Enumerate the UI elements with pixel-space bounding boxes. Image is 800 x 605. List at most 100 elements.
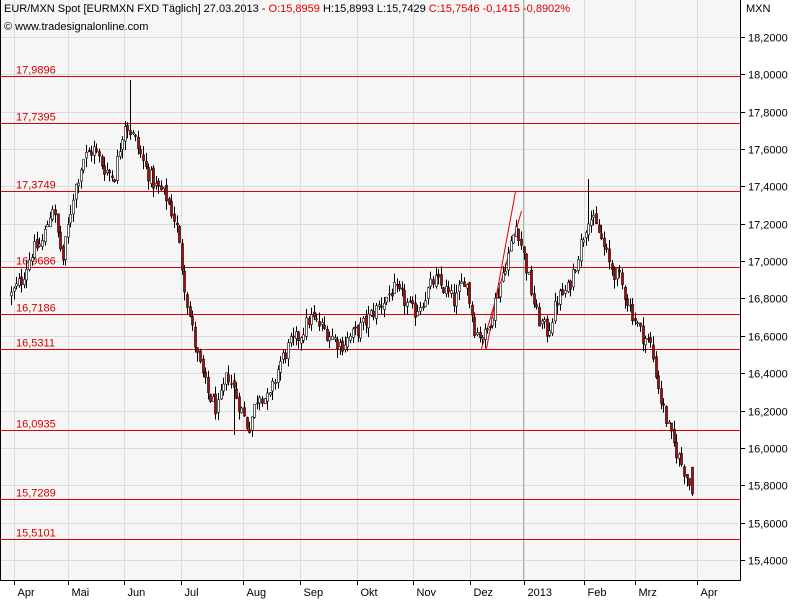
candle-body: [113, 179, 116, 183]
y-tick-label: 17,4000: [748, 182, 788, 194]
candle-body: [354, 326, 357, 329]
level-label: 17,7395: [16, 112, 56, 124]
candle-body: [644, 338, 647, 346]
chart-header: EUR/MXN Spot [EURMXN FXD Täglich] 27.03.…: [4, 3, 570, 15]
candle-body: [450, 290, 453, 294]
candle-body: [336, 339, 339, 350]
candle-body: [574, 270, 577, 273]
candle-body: [504, 270, 507, 275]
candle-body: [331, 336, 334, 340]
x-tick-label: Dez: [474, 587, 494, 599]
candle-body: [468, 282, 471, 304]
candle-body: [375, 305, 378, 319]
candle-body: [548, 330, 551, 336]
candle-body: [124, 126, 127, 142]
candle-body: [137, 136, 140, 149]
candle-body: [520, 239, 523, 246]
candle-body: [202, 358, 205, 374]
candle: [665, 405, 668, 428]
candle-body: [323, 324, 326, 329]
y-tick-label: 18,2000: [748, 33, 788, 45]
y-tick-label: 17,6000: [748, 145, 788, 157]
candle-body: [367, 313, 370, 329]
candle-body: [662, 403, 665, 406]
candle-body: [543, 319, 546, 322]
candle-body: [225, 372, 228, 385]
candle-body: [186, 294, 189, 308]
candle-body: [238, 396, 241, 412]
level-label: 16,5311: [16, 338, 55, 350]
candle-body: [33, 241, 36, 258]
candle-body: [530, 269, 533, 295]
candle-body: [502, 272, 505, 282]
candle-body: [660, 388, 663, 404]
candle-body: [287, 342, 290, 360]
x-tick-label: Mrz: [639, 587, 657, 599]
candle-body: [183, 270, 186, 293]
candle-body: [191, 316, 194, 326]
header-high: H:15,8993: [323, 3, 374, 15]
x-tick-label: Jun: [128, 587, 146, 599]
candle-body: [605, 247, 608, 250]
level-label: 16,0935: [16, 419, 56, 431]
candle-body: [673, 428, 676, 443]
candle-body: [624, 287, 627, 300]
candle-body: [447, 287, 450, 293]
candle-body: [639, 322, 642, 327]
candle: [199, 348, 202, 364]
candle-body: [590, 219, 593, 226]
candle-body: [54, 209, 57, 216]
candle-body: [362, 317, 365, 323]
candle-body: [165, 184, 168, 202]
candle-body: [209, 393, 212, 402]
candle-body: [352, 328, 355, 338]
candle-body: [535, 304, 538, 308]
candle-body: [62, 246, 65, 261]
candle-body: [621, 272, 624, 286]
y-tick-label: 16,6000: [748, 332, 788, 344]
candle-body: [616, 267, 619, 280]
candle-body: [380, 305, 383, 308]
x-tick-label: Feb: [588, 587, 607, 599]
y-tick-label: 18,0000: [748, 70, 788, 82]
candle-body: [411, 300, 414, 305]
candle-body: [523, 246, 526, 254]
candle-body: [631, 304, 634, 322]
level-label: 15,5101: [16, 528, 56, 540]
candle-body: [393, 281, 396, 294]
y-tick-label: 16,0000: [748, 444, 788, 456]
candle-body: [82, 159, 85, 171]
candle-body: [119, 151, 122, 157]
candle-body: [437, 273, 440, 278]
level-label: 16,7186: [16, 303, 56, 315]
candle-body: [318, 321, 321, 327]
candle-body: [132, 132, 135, 135]
candle-body: [463, 281, 466, 287]
candle-body: [302, 334, 305, 341]
candle-body: [240, 407, 243, 414]
candle-body: [266, 392, 269, 402]
candle-body: [406, 301, 409, 307]
candle-body: [618, 269, 621, 273]
candle-body: [533, 293, 536, 305]
candle-body: [157, 180, 160, 187]
candle-body: [292, 335, 295, 338]
candle-body: [85, 152, 88, 159]
candle-body: [427, 287, 430, 299]
candle-body: [181, 243, 184, 271]
candle-body: [147, 166, 150, 182]
y-tick-label: 17,0000: [748, 257, 788, 269]
candle-body: [152, 167, 155, 189]
candle-body: [80, 169, 83, 182]
candle: [253, 403, 256, 419]
candle-body: [235, 388, 238, 399]
candle-body: [129, 130, 132, 136]
x-tick-label: Sep: [304, 587, 324, 599]
candle-body: [499, 282, 502, 298]
candle-body: [341, 340, 344, 352]
candle-body: [111, 175, 114, 179]
candle-body: [142, 154, 145, 161]
header-close: C:15,7546: [429, 3, 480, 15]
candle-body: [77, 182, 80, 187]
candle-body: [388, 293, 391, 296]
